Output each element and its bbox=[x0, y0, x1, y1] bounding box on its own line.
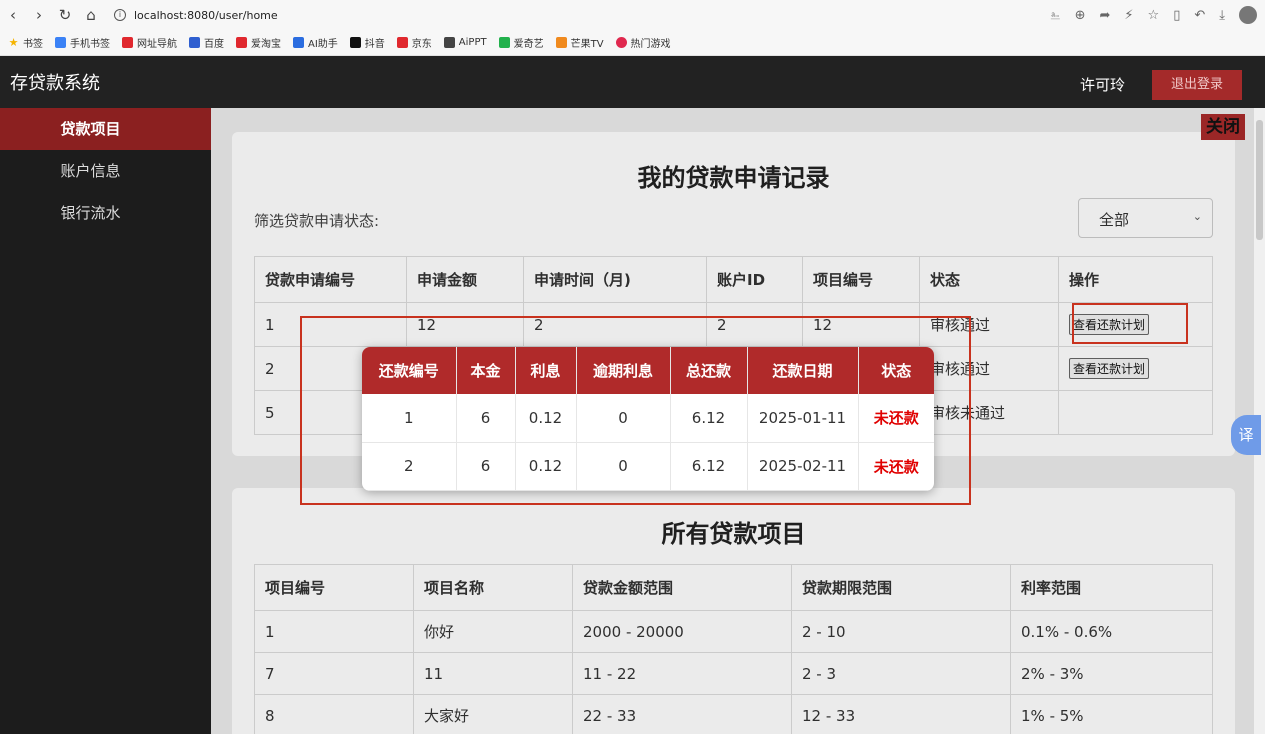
bookmark-item[interactable]: AI助手 bbox=[293, 35, 338, 50]
bookmark-item[interactable]: 手机书签 bbox=[55, 35, 110, 50]
profile-icon[interactable] bbox=[1239, 6, 1257, 24]
iqiyi-icon bbox=[498, 37, 510, 48]
home-icon[interactable]: ⌂ bbox=[78, 6, 104, 24]
share-icon[interactable]: ➦ bbox=[1099, 8, 1110, 23]
url-field[interactable]: i localhost:8080/user/home bbox=[114, 9, 278, 22]
scrollbar-thumb[interactable] bbox=[1256, 120, 1263, 240]
install-icon[interactable]: ⎁ bbox=[1050, 8, 1060, 23]
reload-icon[interactable]: ↻ bbox=[52, 6, 78, 24]
star-icon: ★ bbox=[8, 36, 19, 49]
mangotv-icon bbox=[555, 37, 567, 48]
star-icon[interactable]: ☆ bbox=[1148, 8, 1160, 23]
aippt-icon bbox=[443, 37, 455, 48]
taobao-icon bbox=[236, 37, 247, 48]
download-icon[interactable]: ⤓ bbox=[1219, 8, 1225, 23]
douyin-icon bbox=[349, 37, 361, 48]
app-title: 存贷款系统 bbox=[10, 73, 100, 94]
username: 许可玲 bbox=[1080, 76, 1126, 94]
bookmark-item[interactable]: 百度 bbox=[189, 35, 224, 50]
highlight-box-button bbox=[1072, 303, 1188, 344]
extension-icon[interactable]: ⚡ bbox=[1124, 8, 1133, 23]
bookmark-item[interactable]: 京东 bbox=[396, 35, 432, 50]
game-icon bbox=[615, 37, 627, 48]
baidu-icon bbox=[189, 37, 200, 48]
url-text: localhost:8080/user/home bbox=[134, 8, 278, 22]
site-icon bbox=[122, 37, 133, 48]
info-icon[interactable]: i bbox=[114, 9, 126, 21]
bookmarks-bar: ★ 书签 手机书签 网址导航 百度 爱淘宝 AI助手 抖音 京东 AiPPT 爱奇… bbox=[0, 30, 1265, 56]
translate-button[interactable]: 译 bbox=[1231, 415, 1261, 455]
sidebar-icon[interactable]: ▯ bbox=[1173, 8, 1180, 23]
bookmark-item[interactable]: 爱淘宝 bbox=[236, 35, 281, 50]
ai-icon bbox=[293, 37, 304, 48]
sidebar: 贷款项目 账户信息 银行流水 bbox=[0, 108, 211, 734]
bookmark-item[interactable]: 网址导航 bbox=[122, 35, 177, 50]
bookmark-item[interactable]: 芒果TV bbox=[555, 35, 604, 50]
browser-address-bar: ‹ › ↻ ⌂ i localhost:8080/user/home ⎁ ⊕ ➦… bbox=[0, 0, 1265, 30]
back-icon[interactable]: ‹ bbox=[0, 6, 26, 24]
highlight-box-modal bbox=[300, 316, 971, 505]
bookmark-item[interactable]: 抖音 bbox=[349, 35, 385, 50]
close-button[interactable]: 关闭 bbox=[1201, 114, 1245, 140]
jd-icon bbox=[396, 37, 408, 48]
sidebar-item-loan-projects[interactable]: 贷款项目 bbox=[0, 108, 211, 150]
sidebar-item-account-info[interactable]: 账户信息 bbox=[0, 150, 211, 192]
bookmark-item[interactable]: ★ 书签 bbox=[8, 35, 43, 50]
history-icon[interactable]: ↶ bbox=[1194, 8, 1205, 23]
app-header: 存贷款系统 许可玲 退出登录 bbox=[0, 56, 1265, 108]
sidebar-item-bank-statement[interactable]: 银行流水 bbox=[0, 192, 211, 234]
bookmark-item[interactable]: 爱奇艺 bbox=[498, 35, 544, 50]
browser-toolbar: ⎁ ⊕ ➦ ⚡ ☆ ▯ ↶ ⤓ bbox=[1050, 0, 1257, 30]
bookmark-icon bbox=[55, 37, 66, 48]
logout-button[interactable]: 退出登录 bbox=[1152, 70, 1242, 100]
forward-icon[interactable]: › bbox=[26, 6, 52, 24]
bookmark-item[interactable]: AiPPT bbox=[443, 37, 487, 48]
bookmark-item[interactable]: 热门游戏 bbox=[615, 35, 671, 50]
zoom-icon[interactable]: ⊕ bbox=[1075, 8, 1086, 23]
